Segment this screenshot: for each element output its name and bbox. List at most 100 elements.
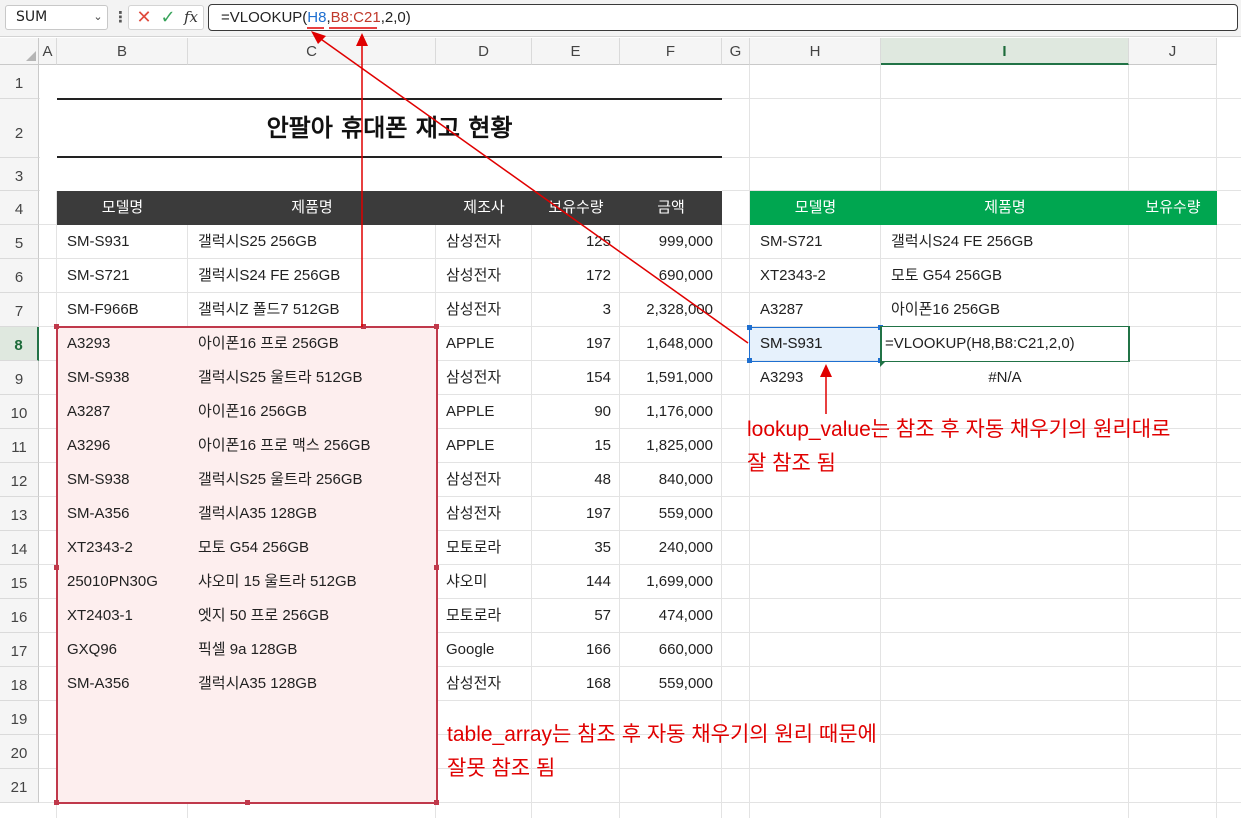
table1-cell[interactable]: 125 [532,225,620,259]
column-header-h[interactable]: H [750,38,881,65]
row-header-8[interactable]: 8 [0,327,39,361]
row-header-4[interactable]: 4 [0,191,39,225]
table1-cell[interactable]: 240,000 [620,531,722,565]
row-header-7[interactable]: 7 [0,293,39,327]
row-header-15[interactable]: 15 [0,565,39,599]
check-icon[interactable]: ✓ [156,6,180,29]
table1-cell[interactable]: 15 [532,429,620,463]
row-header-19[interactable]: 19 [0,701,39,735]
table1-cell[interactable]: 갤럭시S24 FE 256GB [188,259,436,293]
table1-cell[interactable]: 모토로라 [436,599,532,633]
table2-cell[interactable] [1129,259,1217,293]
table1-cell[interactable]: 3 [532,293,620,327]
chevron-down-icon[interactable]: ⌄ [91,6,105,28]
table1-cell[interactable]: 삼성전자 [436,667,532,701]
row-header-11[interactable]: 11 [0,429,39,463]
table1-cell[interactable]: 삼성전자 [436,225,532,259]
table1-cell[interactable]: 474,000 [620,599,722,633]
table1-cell[interactable]: 35 [532,531,620,565]
table2-cell[interactable]: 갤럭시S24 FE 256GB [881,225,1129,259]
row-header-14[interactable]: 14 [0,531,39,565]
row-header-13[interactable]: 13 [0,497,39,531]
table1-cell[interactable]: 1,176,000 [620,395,722,429]
row-header-18[interactable]: 18 [0,667,39,701]
table1-cell[interactable]: 48 [532,463,620,497]
column-header-d[interactable]: D [436,38,532,65]
table1-cell[interactable]: 삼성전자 [436,259,532,293]
table1-cell[interactable]: 1,648,000 [620,327,722,361]
range-handle[interactable] [54,565,59,570]
table2-cell[interactable] [1129,293,1217,327]
table1-cell[interactable]: 166 [532,633,620,667]
table1-cell[interactable]: 999,000 [620,225,722,259]
range-handle[interactable] [245,800,250,805]
selected-lookup-cell[interactable]: SM-S931 [750,327,881,361]
table1-cell[interactable]: 삼성전자 [436,497,532,531]
table1-cell[interactable]: 1,699,000 [620,565,722,599]
range-handle[interactable] [54,800,59,805]
row-header-12[interactable]: 12 [0,463,39,497]
table1-cell[interactable]: 690,000 [620,259,722,293]
table1-cell[interactable]: 갤럭시S25 256GB [188,225,436,259]
table2-cell[interactable]: XT2343-2 [750,259,881,293]
table1-cell[interactable]: 172 [532,259,620,293]
row-header-20[interactable]: 20 [0,735,39,769]
table1-cell[interactable]: 1,825,000 [620,429,722,463]
table2-cell[interactable]: SM-S721 [750,225,881,259]
table1-cell[interactable]: APPLE [436,327,532,361]
column-header-c[interactable]: C [188,38,436,65]
column-header-b[interactable]: B [57,38,188,65]
table1-cell[interactable]: 90 [532,395,620,429]
column-header-a[interactable]: A [39,38,57,65]
row-header-10[interactable]: 10 [0,395,39,429]
column-header-j[interactable]: J [1129,38,1217,65]
table2-cell[interactable]: A3293 [750,361,881,395]
table1-cell[interactable]: 559,000 [620,667,722,701]
table2-cell[interactable]: A3287 [750,293,881,327]
column-header-i[interactable]: I [881,38,1129,65]
table1-cell[interactable]: 2,328,000 [620,293,722,327]
table1-cell[interactable]: 삼성전자 [436,463,532,497]
column-header-e[interactable]: E [532,38,620,65]
table1-cell[interactable]: APPLE [436,429,532,463]
table2-cell[interactable] [1129,361,1217,395]
more-options-icon[interactable]: ⋮ [113,6,128,28]
table1-cell[interactable]: 144 [532,565,620,599]
insert-function-icon[interactable]: fx [179,6,203,29]
row-header-5[interactable]: 5 [0,225,39,259]
table1-cell[interactable]: SM-F966B [57,293,188,327]
range-handle[interactable] [434,800,439,805]
range-handle[interactable] [54,324,59,329]
table2-cell[interactable]: 모토 G54 256GB [881,259,1129,293]
table1-cell[interactable]: 559,000 [620,497,722,531]
formula-cell-text[interactable]: =VLOOKUP(H8,B8:C21,2,0) [882,327,1128,361]
row-header-16[interactable]: 16 [0,599,39,633]
table1-cell[interactable]: 모토로라 [436,531,532,565]
error-cell-i9[interactable]: #N/A [881,361,1129,395]
table1-cell[interactable]: 샤오미 [436,565,532,599]
table1-cell[interactable]: 갤럭시Z 폴드7 512GB [188,293,436,327]
table1-cell[interactable]: 197 [532,327,620,361]
table1-cell[interactable]: SM-S931 [57,225,188,259]
table2-cell[interactable] [1129,327,1217,361]
table2-cell[interactable]: 아이폰16 256GB [881,293,1129,327]
table1-cell[interactable]: 168 [532,667,620,701]
table1-cell[interactable]: Google [436,633,532,667]
table1-cell[interactable]: 57 [532,599,620,633]
table1-cell[interactable]: 삼성전자 [436,361,532,395]
table1-cell[interactable]: 삼성전자 [436,293,532,327]
table1-cell[interactable]: 197 [532,497,620,531]
column-header-f[interactable]: F [620,38,722,65]
column-header-g[interactable]: G [722,38,750,65]
table1-cell[interactable]: SM-S721 [57,259,188,293]
table1-cell[interactable]: 660,000 [620,633,722,667]
range-handle[interactable] [434,565,439,570]
row-header-3[interactable]: 3 [0,158,39,191]
row-header-6[interactable]: 6 [0,259,39,293]
row-header-9[interactable]: 9 [0,361,39,395]
table1-cell[interactable]: 1,591,000 [620,361,722,395]
cancel-icon[interactable]: ✕ [132,6,156,29]
formula-input[interactable]: =VLOOKUP(H8,B8:C21,2,0) [208,4,1238,31]
row-header-2[interactable]: 2 [0,99,39,158]
row-header-21[interactable]: 21 [0,769,39,803]
